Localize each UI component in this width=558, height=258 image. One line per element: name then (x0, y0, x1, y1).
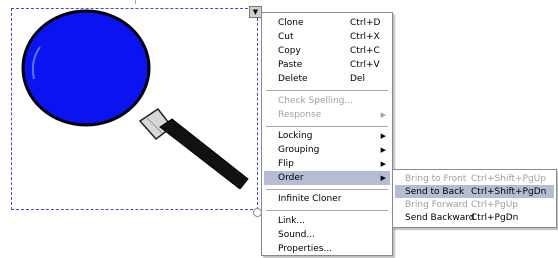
menu-item-clone[interactable]: Clone Ctrl+D (264, 16, 390, 30)
menu-item-label: Order (278, 173, 304, 183)
menu-item-label: Flip (278, 159, 294, 169)
order-submenu: Bring to Front Ctrl+Shift+PgUp Send to B… (392, 169, 557, 228)
submenu-arrow-icon: ▶ (380, 160, 386, 168)
submenu-arrow-icon: ▶ (380, 146, 386, 154)
chevron-down-icon: ▼ (252, 8, 259, 16)
menu-item-infinite-cloner[interactable]: Infinite Cloner (264, 192, 390, 206)
submenu-arrow-icon: ▶ (380, 132, 386, 140)
submenu-arrow-icon: ▶ (380, 174, 386, 182)
menu-item-flip[interactable]: Flip ▶ (264, 157, 390, 171)
ruler-tick (135, 0, 136, 4)
menu-item-link[interactable]: Link... (264, 214, 390, 228)
menu-item-label: Grouping (278, 145, 320, 155)
submenu-item-bring-forward[interactable]: Bring Forward Ctrl+PgUp (395, 198, 554, 211)
menu-item-shortcut: Ctrl+C (350, 46, 380, 56)
menu-item-shortcut: Ctrl+PgDn (471, 212, 519, 223)
menu-separator (266, 90, 388, 91)
menu-item-check-spelling[interactable]: Check Spelling... (264, 94, 390, 108)
submenu-arrow-icon: ▶ (380, 111, 386, 119)
menu-item-cut[interactable]: Cut Ctrl+X (264, 30, 390, 44)
menu-item-label: Paste (278, 60, 303, 70)
menu-item-shortcut: Del (350, 74, 365, 84)
menu-item-shortcut: Ctrl+PgUp (471, 199, 518, 210)
menu-item-label: Properties... (278, 244, 333, 254)
menu-item-label: Infinite Cloner (278, 194, 342, 204)
menu-item-order[interactable]: Order ▶ (264, 171, 390, 185)
submenu-item-send-backward[interactable]: Send Backward Ctrl+PgDn (395, 211, 554, 224)
menu-item-label: Delete (278, 74, 308, 84)
menu-item-shortcut: Ctrl+Shift+PgUp (471, 173, 546, 184)
menu-item-label: Send to Back (405, 186, 465, 197)
menu-item-label: Locking (278, 131, 313, 141)
menu-separator (266, 189, 388, 190)
menu-item-locking[interactable]: Locking ▶ (264, 129, 390, 143)
submenu-item-send-to-back[interactable]: Send to Back Ctrl+Shift+PgDn (395, 185, 554, 198)
menu-item-shortcut: Ctrl+V (350, 60, 380, 70)
menu-item-copy[interactable]: Copy Ctrl+C (264, 44, 390, 58)
menu-item-shortcut: Ctrl+D (350, 18, 381, 28)
menu-item-label: Cut (278, 32, 294, 42)
menu-item-paste[interactable]: Paste Ctrl+V (264, 58, 390, 72)
menu-item-sound[interactable]: Sound... (264, 228, 390, 242)
menu-separator (266, 126, 388, 127)
menu-item-label: Clone (278, 18, 304, 28)
menu-item-label: Copy (278, 46, 301, 56)
menu-item-grouping[interactable]: Grouping ▶ (264, 143, 390, 157)
menu-item-label: Send Backward (405, 212, 475, 223)
menu-item-label: Check Spelling... (278, 96, 354, 106)
menu-item-properties[interactable]: Properties... (264, 242, 390, 256)
menu-item-shortcut: Ctrl+Shift+PgDn (471, 186, 547, 197)
menu-item-shortcut: Ctrl+X (350, 32, 380, 42)
menu-item-label: Sound... (278, 230, 315, 240)
selection-box (11, 8, 258, 210)
menu-item-label: Response (278, 110, 322, 120)
menu-item-label: Bring to Front (405, 173, 467, 184)
submenu-item-bring-to-front[interactable]: Bring to Front Ctrl+Shift+PgUp (395, 172, 554, 185)
menu-item-label: Bring Forward (405, 199, 468, 210)
menu-item-delete[interactable]: Delete Del (264, 72, 390, 86)
context-menu: Clone Ctrl+D Cut Ctrl+X Copy Ctrl+C Past… (261, 12, 393, 256)
menu-item-label: Link... (278, 216, 306, 226)
menu-item-response[interactable]: Response ▶ (264, 108, 390, 122)
menu-separator (266, 210, 388, 211)
